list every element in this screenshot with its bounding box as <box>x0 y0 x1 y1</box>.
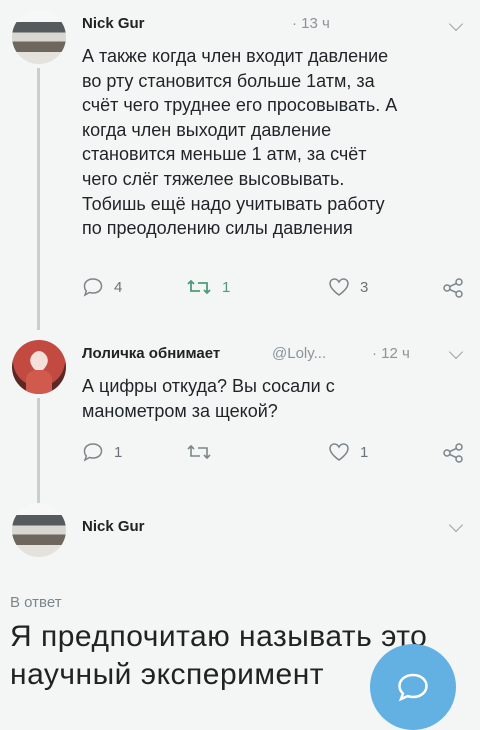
retweet-button[interactable] <box>186 442 222 462</box>
reply-button[interactable]: 1 <box>82 442 122 462</box>
heart-icon <box>329 443 349 461</box>
tweet-actions: 1 1 <box>82 442 472 468</box>
avatar[interactable] <box>12 340 66 394</box>
like-button[interactable]: 3 <box>328 277 368 297</box>
tweet-time[interactable]: · 13 ч <box>292 15 330 32</box>
like-button[interactable]: 1 <box>328 442 368 462</box>
reply-icon <box>83 443 103 462</box>
retweet-icon <box>187 279 211 295</box>
reply-icon <box>83 278 103 297</box>
thread-line <box>37 68 40 330</box>
reply-count: 4 <box>114 278 123 296</box>
share-icon <box>443 278 463 298</box>
like-count: 1 <box>360 443 369 461</box>
reply-context-label: В ответ <box>10 594 62 611</box>
share-icon <box>443 443 463 463</box>
reply-count: 1 <box>114 443 123 461</box>
retweet-count: 1 <box>222 278 231 296</box>
retweet-icon <box>187 444 211 460</box>
author-handle[interactable]: @Loly... <box>272 345 326 362</box>
tweet-time[interactable]: · 12 ч <box>372 345 410 362</box>
heart-icon <box>329 278 349 296</box>
author-name[interactable]: Nick Gur <box>82 15 145 32</box>
avatar[interactable] <box>12 503 66 557</box>
like-count: 3 <box>360 278 369 296</box>
compose-reply-button[interactable] <box>370 644 456 730</box>
share-button[interactable] <box>442 442 464 464</box>
thread-line <box>37 398 40 508</box>
reply-icon <box>398 673 428 702</box>
retweet-button[interactable]: 1 <box>186 277 230 297</box>
author-name[interactable]: Лоличка обнимает <box>82 345 220 362</box>
author-name[interactable]: Nick Gur <box>82 518 145 535</box>
tweet-text: А также когда член входит давление во рт… <box>82 46 398 239</box>
reply-button[interactable]: 4 <box>82 277 122 297</box>
share-button[interactable] <box>442 277 464 299</box>
avatar[interactable] <box>12 10 66 64</box>
chevron-down-icon[interactable] <box>448 16 464 32</box>
tweet-actions: 4 1 3 <box>82 277 472 303</box>
chevron-down-icon[interactable] <box>448 517 464 533</box>
chevron-down-icon[interactable] <box>448 344 464 360</box>
tweet-text: А цифры откуда? Вы сосали с манометром з… <box>82 376 335 421</box>
